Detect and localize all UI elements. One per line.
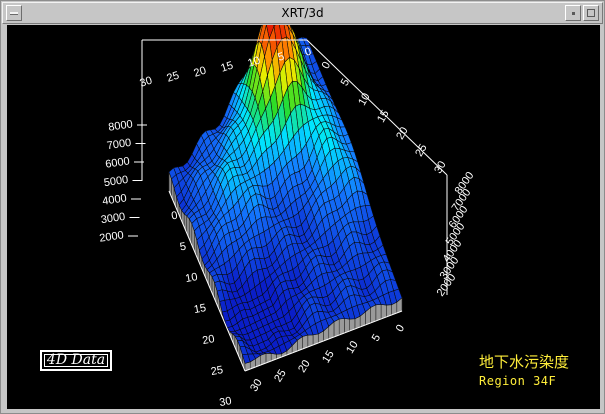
z-tick-label: 7000 [106, 137, 132, 152]
z-tick-label: 8000 [108, 118, 134, 133]
bottom-tick-label: 25 [272, 368, 289, 385]
surface-wall-panel [333, 318, 340, 338]
top-tick-label: 20 [192, 65, 207, 80]
title-bar[interactable]: XRT/3d [2, 2, 603, 24]
minimize-icon[interactable] [565, 5, 581, 21]
bottom-tick-label: 30 [248, 377, 265, 394]
z-tick-label: 5000 [103, 174, 129, 189]
bottom-tick-label: 15 [320, 349, 337, 366]
surface-wall-panel [338, 318, 345, 336]
surface-wall-panel [370, 304, 377, 324]
maximize-icon[interactable] [583, 5, 599, 21]
bottom-tick-label: 10 [344, 339, 361, 356]
top-right-tick-label: 20 [394, 125, 411, 142]
z-tick-label: 3000 [100, 211, 126, 226]
surface-plot-canvas[interactable]: 8000 7000 6000 5000 4000 3000 2000 8000 7000 6000… [7, 25, 600, 409]
bottom-tick-label: 5 [370, 332, 383, 344]
chinese-label: 地下水污染度 [479, 353, 570, 371]
bottom-tick-label: 0 [394, 323, 407, 335]
left-tick-label: 20 [201, 333, 215, 347]
top-right-tick-label: 0 [320, 60, 333, 71]
top-tick-label: 25 [165, 70, 180, 85]
app-window: XRT/3d 8000 7000 6000 5000 4000 3000 2000 8000 7… [0, 0, 605, 414]
top-tick-label: 30 [138, 75, 153, 90]
left-tick-label: 10 [184, 271, 198, 285]
top-right-tick-label: 15 [375, 108, 392, 125]
surface-wall-panel [375, 304, 382, 322]
left-tick-label: 30 [218, 395, 232, 409]
left-tick-label: 5 [179, 241, 187, 254]
z-tick-label: 2000 [99, 229, 125, 244]
z-tick-label: 6000 [105, 155, 131, 170]
four-d-data-badge: 4D Data [40, 350, 112, 371]
top-right-tick-label: 30 [432, 159, 449, 176]
bottom-tick-label: 20 [296, 358, 313, 375]
top-right-tick-label: 10 [356, 91, 373, 108]
window-title: XRT/3d [281, 6, 324, 20]
top-tick-label: 15 [219, 60, 234, 75]
z-tick-label: 4000 [102, 192, 128, 207]
region-label: Region 34F [479, 374, 557, 388]
left-tick-label: 15 [193, 302, 207, 316]
top-right-tick-label: 5 [339, 77, 352, 88]
left-tick-label: 25 [210, 364, 224, 378]
